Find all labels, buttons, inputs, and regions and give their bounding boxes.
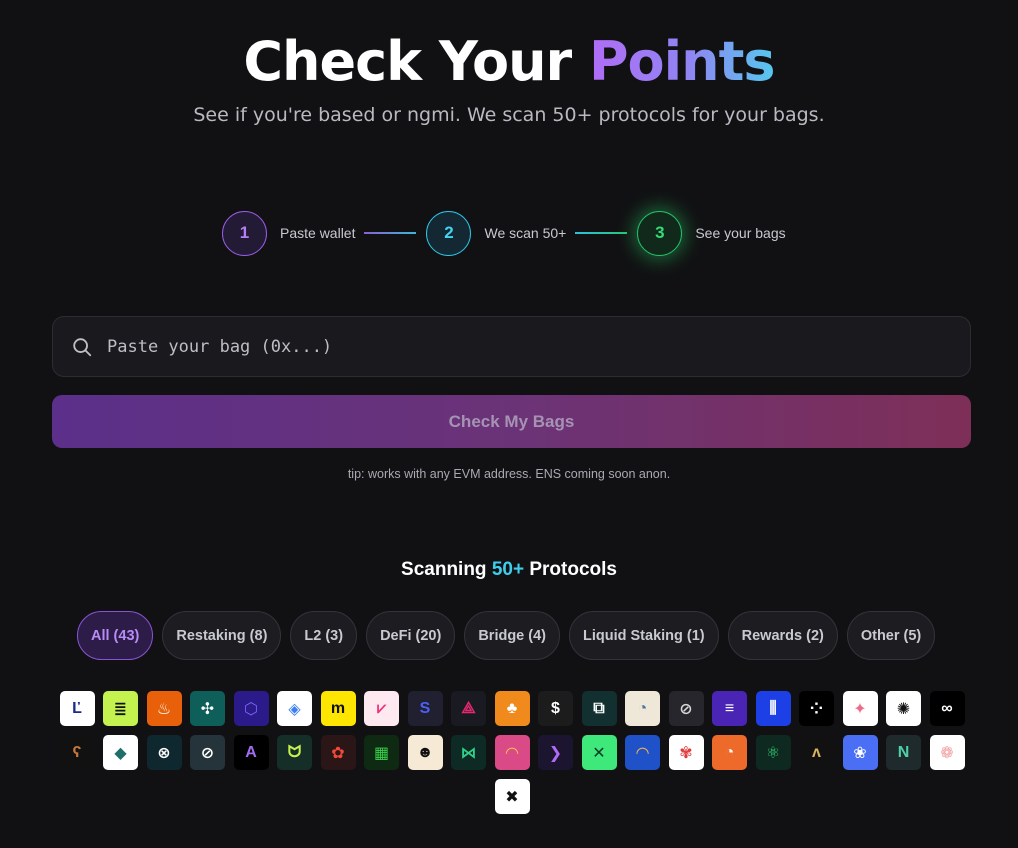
blue-diamond-logo-icon[interactable]: ◈ [277, 691, 312, 726]
brown-bear-logo-icon[interactable]: ʕ [59, 735, 95, 770]
filter-other[interactable]: Other (5) [846, 611, 936, 660]
circle-x-logo-icon[interactable]: ⊗ [146, 735, 182, 770]
orange-kettle-logo-icon[interactable]: ♨ [146, 691, 182, 726]
red-lotus-logo-icon[interactable]: ✾ [668, 735, 704, 770]
step-1-badge: 1 [222, 210, 267, 256]
step-connector [364, 232, 417, 234]
green-square-logo-icon[interactable]: ⧉ [581, 691, 617, 726]
black-dots-logo-icon[interactable]: ⁘ [799, 691, 834, 726]
step-connector [575, 232, 628, 234]
pink-star-logo-icon[interactable]: ✦ [842, 691, 878, 726]
pink-triad-logo-icon[interactable]: ⟁ [451, 691, 486, 726]
green-block-logo-icon[interactable]: ▦ [364, 735, 399, 770]
scanning-heading: Scanning 50+ Protocols [0, 559, 1018, 581]
teal-chevron-logo-icon[interactable]: ◆ [103, 735, 138, 770]
striped-circle-logo-icon[interactable]: ⊘ [190, 735, 225, 770]
lime-loop-logo-icon[interactable]: ᗢ [277, 735, 312, 770]
gold-a-logo-icon[interactable]: ᴧ [799, 735, 834, 770]
title-accent: Points [588, 30, 776, 93]
orange-corn-logo-icon[interactable]: ♣ [494, 691, 530, 726]
step-1-label: Paste wallet [280, 225, 356, 241]
step-3-label: See your bags [695, 225, 786, 241]
wallet-search-box [52, 316, 971, 377]
blue-s-logo-icon[interactable]: S [407, 691, 443, 726]
L-block-logo-icon[interactable]: Ľ [59, 691, 95, 726]
purple-slash-logo-icon[interactable]: ≡ [712, 691, 747, 726]
step-2-label: We scan 50+ [484, 225, 567, 241]
hand-circle-logo-icon[interactable]: ⊘ [668, 691, 704, 726]
title-main: Check Your [243, 30, 589, 93]
wallet-address-input[interactable] [107, 336, 927, 357]
green-bowtie-logo-icon[interactable]: ⋈ [451, 735, 486, 770]
search-icon [73, 337, 92, 356]
green-x-logo-icon[interactable]: ✕ [581, 735, 617, 770]
scanning-count: 50+ [491, 559, 525, 580]
teal-n-logo-icon[interactable]: Ν [886, 735, 921, 770]
gray-pie-logo-icon[interactable]: ◔ [625, 691, 660, 726]
blue-flower-logo-icon[interactable]: ❀ [842, 735, 878, 770]
scanning-suffix: Protocols [524, 559, 617, 580]
infinity-logo-icon[interactable]: ∞ [929, 691, 965, 726]
black-x-logo-icon[interactable]: ✖ [494, 779, 530, 814]
protocol-logo-grid: Ľ ≣ ♨ ✣ ⬡ ◈ m ⩗ S ⟁ ♣ $ ⧉ ◔ ⊘ ≡ ⫼ ⁘ ✦ ✺ ∞ ʕ ◆ ⊗ ⊘ A ᗢ ✿ ▦ ☻ ⋈ ◠ ❯ ✕ ◠ ✾ ◔ ⚛ ᴧ ❀… [52, 691, 972, 814]
tip-text: tip: works with any EVM address. ENS com… [347, 467, 671, 481]
check-my-bags-button[interactable]: Check My Bags [52, 395, 971, 448]
lime-stack-logo-icon[interactable]: ≣ [103, 691, 138, 726]
page-title: Check Your Points [0, 30, 1018, 93]
green-atom-logo-icon[interactable]: ⚛ [755, 735, 791, 770]
black-pinwheel-logo-icon[interactable]: ✺ [886, 691, 921, 726]
filter-liquid-staking[interactable]: Liquid Staking (1) [569, 611, 719, 660]
filter-rewards[interactable]: Rewards (2) [727, 611, 838, 660]
blue-lattice-logo-icon[interactable]: ⬡ [233, 691, 269, 726]
dollar-circle-logo-icon[interactable]: $ [538, 691, 573, 726]
scanning-prefix: Scanning [401, 559, 492, 580]
purple-a-logo-icon[interactable]: A [233, 735, 269, 770]
blue-bars-logo-icon[interactable]: ⫼ [755, 691, 791, 726]
category-filter-bar: All (43) Restaking (8) L2 (3) DeFi (20) … [77, 611, 936, 660]
pink-v-logo-icon[interactable]: ⩗ [364, 691, 399, 726]
steps-indicator: 1 Paste wallet 2 We scan 50+ 3 See your … [222, 210, 795, 256]
step-3-badge: 3 [637, 210, 683, 256]
page-subtitle: See if you're based or ngmi. We scan 50+… [193, 104, 825, 126]
filter-l2[interactable]: L2 (3) [290, 611, 358, 660]
orange-swirl-logo-icon[interactable]: ◔ [712, 735, 747, 770]
pink-gauge-logo-icon[interactable]: ◠ [494, 735, 530, 770]
step-2-badge: 2 [426, 210, 472, 256]
rainbow-logo-icon[interactable]: ◠ [625, 735, 660, 770]
filter-restaking[interactable]: Restaking (8) [162, 611, 282, 660]
cartoon-face-logo-icon[interactable]: ☻ [407, 735, 443, 770]
yellow-m-logo-icon[interactable]: m [320, 691, 356, 726]
purple-arrow-logo-icon[interactable]: ❯ [538, 735, 573, 770]
teal-cross-logo-icon[interactable]: ✣ [190, 691, 225, 726]
red-flower-logo-icon[interactable]: ✿ [320, 735, 356, 770]
filter-bridge[interactable]: Bridge (4) [464, 611, 560, 660]
filter-defi[interactable]: DeFi (20) [366, 611, 456, 660]
paw-logo-icon[interactable]: ❁ [929, 735, 965, 770]
filter-all[interactable]: All (43) [77, 611, 154, 660]
